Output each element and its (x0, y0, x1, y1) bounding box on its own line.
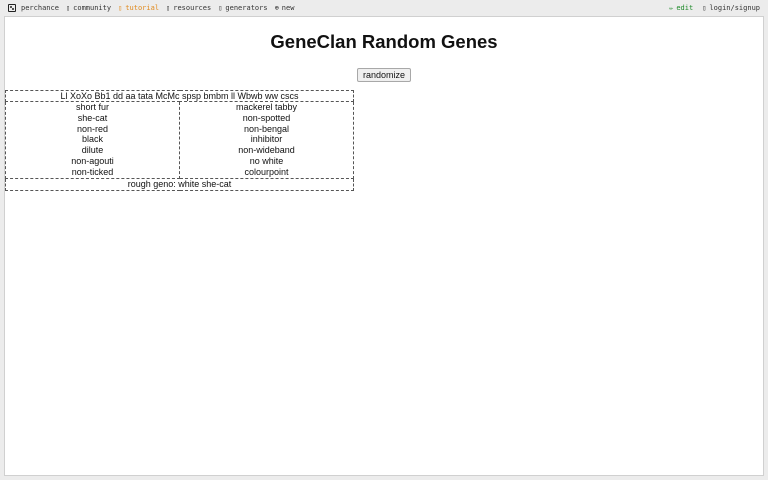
phenotype-trait: she-cat (77, 112, 108, 123)
phenotype-trait: non-bengal (243, 123, 290, 134)
nav-edit[interactable]: ✏ edit (669, 4, 693, 12)
page-title: GeneClan Random Genes (270, 31, 498, 52)
nav-resources[interactable]: ▯ resources (166, 4, 211, 12)
nav-perchance[interactable]: perchance (8, 4, 59, 12)
nav-right: ✏ edit ▯ login/signup (660, 4, 768, 12)
nav-left: perchance ▯ community ▯ tutorial ▯ resou… (0, 4, 301, 12)
pencil-icon: ✏ (669, 4, 674, 12)
nav-edit-label: edit (676, 4, 694, 12)
nav-login[interactable]: ▯ login/signup (702, 4, 760, 12)
phenotype-trait: no white (249, 155, 284, 166)
nav-community[interactable]: ▯ community (66, 4, 111, 12)
phenotype-left-cell: short fur she-cat non-red black dilute non-ag… (5, 101, 180, 179)
nav-tutorial[interactable]: ▯ tutorial (118, 4, 159, 12)
user-icon: ▯ (702, 4, 707, 12)
nav-generators[interactable]: ▯ generators (218, 4, 267, 12)
phenotype-trait: colourpoint (244, 166, 289, 177)
top-nav-bar: perchance ▯ community ▯ tutorial ▯ resou… (0, 0, 768, 16)
nav-community-label: community (73, 4, 112, 12)
phenotype-right-list: mackerel tabby non-spotted non-bengal inhib… (180, 102, 353, 178)
nav-resources-label: resources (173, 4, 212, 12)
phenotype-row: short fur she-cat non-red black dilute non-ag… (5, 101, 354, 179)
resources-icon: ▯ (166, 4, 171, 12)
randomize-wrap: randomize (5, 65, 763, 83)
tutorial-icon: ▯ (118, 4, 123, 12)
nav-perchance-label: perchance (21, 4, 59, 12)
phenotype-trait: non-spotted (242, 112, 291, 123)
phenotype-right-cell: mackerel tabby non-spotted non-bengal inhib… (179, 101, 354, 179)
phenotype-trait: non-red (76, 123, 109, 134)
rough-geno-text: rough geno: white she-cat (5, 177, 354, 191)
phenotype-left-list: short fur she-cat non-red black dilute non-ag… (6, 102, 179, 178)
randomize-button[interactable]: randomize (356, 68, 412, 82)
nav-generators-label: generators (225, 4, 268, 12)
phenotype-trait: black (81, 134, 103, 145)
nav-new[interactable]: ⊕ new (275, 4, 295, 12)
nav-new-label: new (281, 4, 295, 12)
phenotype-trait: short fur (75, 102, 109, 112)
plus-circle-icon: ⊕ (274, 4, 279, 12)
nav-tutorial-label: tutorial (125, 4, 160, 12)
nav-login-label: login/signup (709, 4, 760, 12)
generator-output-panel: GeneClan Random Genes randomize Ll XoXo … (4, 16, 764, 476)
phenotype-trait: dilute (81, 145, 104, 156)
phenotype-trait: mackerel tabby (235, 102, 298, 112)
phenotype-trait: non-wideband (238, 145, 295, 156)
community-icon: ▯ (65, 4, 71, 12)
genotype-text: Ll XoXo Bb1 dd aa tata McMc spsp bmbm ll… (5, 90, 354, 102)
dice-icon (8, 4, 16, 12)
genotype-row: Ll XoXo Bb1 dd aa tata McMc spsp bmbm ll… (5, 90, 354, 102)
genes-table: Ll XoXo Bb1 dd aa tata McMc spsp bmbm ll… (5, 90, 354, 191)
phenotype-trait: non-agouti (71, 155, 114, 166)
phenotype-trait: non-ticked (71, 166, 114, 177)
rough-geno-row: rough geno: white she-cat (5, 177, 354, 191)
phenotype-trait: inhibitor (250, 134, 283, 145)
generators-icon: ▯ (218, 4, 223, 12)
